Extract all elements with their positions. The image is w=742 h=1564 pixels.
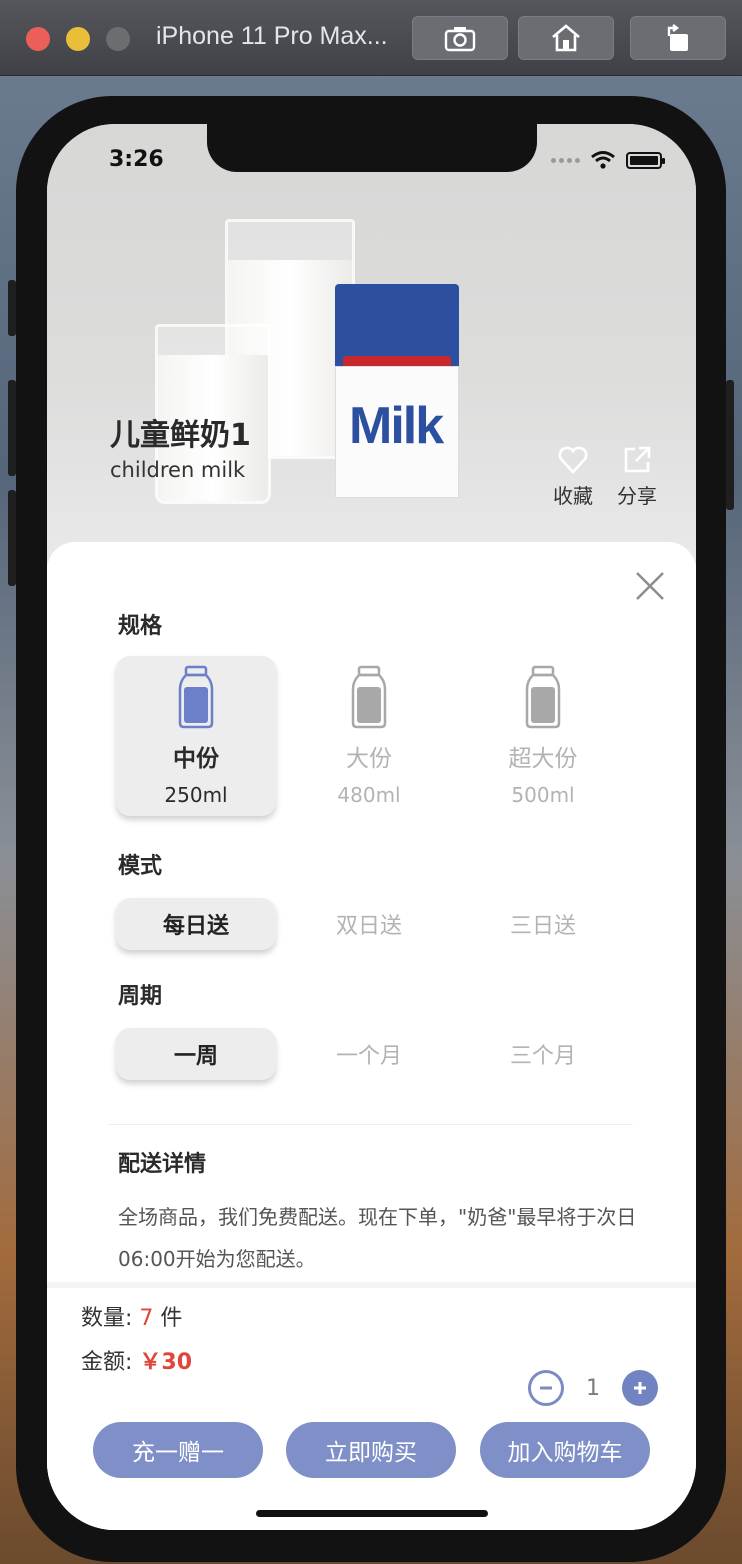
close-icon[interactable] (634, 570, 666, 602)
amount-summary: 金额: ￥30 (81, 1344, 192, 1376)
bottle-icon (351, 665, 387, 729)
mode-label: 模式 (118, 854, 163, 879)
heart-icon (558, 446, 588, 474)
milk-carton-image: Milk (335, 284, 459, 498)
simulator-toolbar: iPhone 11 Pro Max... (0, 0, 742, 76)
mode-option-daily[interactable]: 每日送 (116, 898, 276, 950)
purchase-bar: 数量: 7 件 金额: ￥30 1 充一赠一 立即购买 加入购物车 (47, 1282, 696, 1530)
quantity-stepper: 1 (528, 1370, 658, 1406)
mode-option-every-two-days[interactable]: 双日送 (289, 898, 449, 950)
recharge-button[interactable]: 充一赠一 (93, 1422, 263, 1478)
minimize-window-button[interactable] (66, 27, 90, 51)
quantity-unit: 件 (160, 1306, 183, 1331)
rotate-icon (667, 24, 688, 51)
spec-volume: 480ml (337, 783, 401, 807)
signal-icon (551, 157, 580, 163)
power-button (726, 380, 734, 510)
stepper-value: 1 (586, 1375, 600, 1401)
decrement-button[interactable] (528, 1370, 564, 1406)
period-label: 周期 (118, 984, 163, 1009)
home-indicator[interactable] (256, 1510, 488, 1517)
simulator-title: iPhone 11 Pro Max... (156, 22, 388, 50)
period-option-three-months[interactable]: 三个月 (463, 1028, 623, 1080)
increment-button[interactable] (622, 1370, 658, 1406)
bottle-icon (525, 665, 561, 729)
amount-label: 金额: (81, 1350, 133, 1375)
spec-name: 中份 (173, 746, 219, 772)
minus-icon (540, 1386, 552, 1390)
delivery-label: 配送详情 (118, 1152, 207, 1177)
wifi-icon (591, 151, 615, 169)
section-divider (109, 1124, 633, 1125)
battery-icon (626, 151, 665, 169)
product-subtitle: children milk (110, 458, 246, 482)
volume-up-button (8, 380, 16, 476)
period-option-one-week[interactable]: 一周 (116, 1028, 276, 1080)
camera-icon (444, 27, 476, 52)
favorite-button[interactable]: 收藏 (553, 444, 593, 509)
quantity-label: 数量: (81, 1306, 133, 1331)
period-option-one-month[interactable]: 一个月 (289, 1028, 449, 1080)
status-icons (551, 150, 665, 170)
spec-option-medium[interactable]: 中份 250ml (116, 656, 276, 816)
spec-option-large[interactable]: 大份 480ml (289, 656, 449, 816)
volume-down-button (8, 490, 16, 586)
spec-volume: 500ml (511, 783, 575, 807)
close-window-button[interactable] (26, 27, 50, 51)
product-hero: 3:26 Milk 儿童鲜奶1 children milk 收藏 分享 (47, 124, 696, 564)
spec-volume: 250ml (164, 783, 228, 807)
home-icon (552, 24, 580, 52)
share-icon (624, 446, 651, 473)
plus-icon (634, 1382, 646, 1394)
buy-now-button[interactable]: 立即购买 (286, 1422, 456, 1478)
phone-screen: 3:26 Milk 儿童鲜奶1 children milk 收藏 分享 规格 中… (47, 124, 696, 1530)
delivery-text: 全场商品，我们免费配送。现在下单，"奶爸"最早将于次日06:00开始为您配送。 (118, 1205, 637, 1271)
quantity-value: 7 (139, 1306, 154, 1331)
quantity-summary: 数量: 7 件 (81, 1300, 182, 1332)
home-button[interactable] (518, 16, 614, 60)
spec-name: 超大份 (508, 746, 578, 772)
product-title: 儿童鲜奶1 (110, 418, 251, 453)
mute-switch (8, 280, 16, 336)
add-to-cart-button[interactable]: 加入购物车 (480, 1422, 650, 1478)
screenshot-button[interactable] (412, 16, 508, 60)
spec-label: 规格 (118, 614, 163, 639)
status-time: 3:26 (109, 147, 164, 172)
mode-option-every-three-days[interactable]: 三日送 (463, 898, 623, 950)
share-label: 分享 (617, 484, 657, 508)
amount-value: ￥30 (139, 1350, 193, 1375)
spec-name: 大份 (346, 746, 392, 772)
bottle-icon (178, 665, 214, 729)
favorite-label: 收藏 (553, 484, 593, 508)
zoom-window-button[interactable] (106, 27, 130, 51)
share-button[interactable]: 分享 (617, 444, 657, 509)
spec-option-xlarge[interactable]: 超大份 500ml (463, 656, 623, 816)
carton-word: Milk (349, 397, 444, 455)
options-sheet: 规格 中份 250ml 大份 480ml 超大份 500ml 模式 每日送 双日… (47, 542, 696, 1530)
rotate-button[interactable] (630, 16, 726, 60)
notch (207, 124, 537, 172)
